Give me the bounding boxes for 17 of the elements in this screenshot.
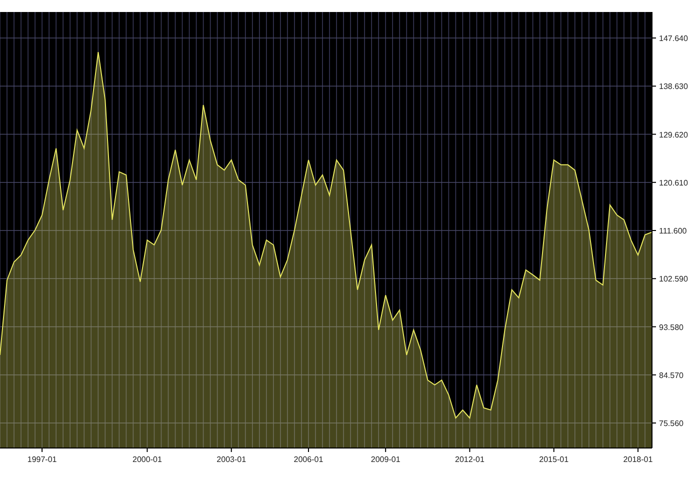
y-tick-label: 84.570	[659, 370, 684, 380]
y-tick-label: 147.640	[659, 34, 688, 43]
y-tick-label: 129.620	[659, 130, 688, 140]
x-tick-label: 2009-01	[370, 455, 400, 464]
x-tick-label: 2006-01	[294, 455, 324, 464]
y-tick-label: 138.630	[659, 82, 688, 92]
y-tick-label: 75.560	[659, 419, 684, 428]
y-tick-label: 120.610	[659, 178, 688, 188]
y-tick-label: 102.590	[659, 274, 688, 284]
x-tick-label: 1997-01	[27, 455, 57, 464]
x-tick-label: 2003-01	[216, 455, 246, 464]
x-tick-label: 2018-01	[623, 455, 653, 464]
y-tick-label: 93.580	[659, 322, 684, 332]
y-tick-label: 111.600	[659, 226, 687, 236]
x-tick-label: 2012-01	[455, 455, 484, 464]
x-tick-label: 2015-01	[539, 455, 569, 464]
x-tick-label: 2000-01	[132, 455, 162, 464]
